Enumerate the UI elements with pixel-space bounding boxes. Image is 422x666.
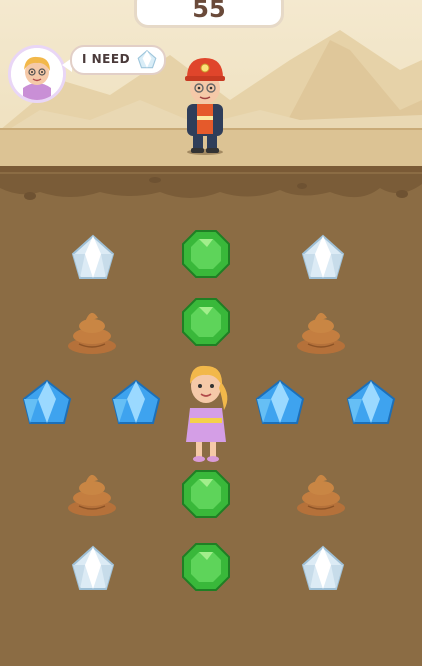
diamond-icon: [137, 49, 157, 69]
emerald-gem[interactable]: [179, 540, 233, 594]
sapphire-gem[interactable]: [109, 379, 163, 433]
emerald-gem[interactable]: [179, 295, 233, 349]
score-value: 55: [192, 0, 226, 23]
request-label: I NEED: [82, 52, 131, 66]
girl-character: [186, 365, 228, 462]
poop-tile[interactable]: [65, 464, 119, 518]
miner-character: [185, 58, 225, 155]
customer-avatar: [8, 45, 66, 103]
dirt-rocks: [0, 174, 422, 200]
sapphire-gem[interactable]: [253, 379, 307, 433]
emerald-gem[interactable]: [179, 227, 233, 281]
diamond-gem[interactable]: [296, 232, 350, 286]
poop-tile[interactable]: [294, 464, 348, 518]
poop-tile[interactable]: [294, 302, 348, 356]
poop-tile[interactable]: [65, 302, 119, 356]
sapphire-gem[interactable]: [20, 379, 74, 433]
emerald-gem[interactable]: [179, 467, 233, 521]
sapphire-gem[interactable]: [344, 379, 398, 433]
request-bubble: I NEED: [70, 45, 166, 75]
diamond-gem[interactable]: [296, 543, 350, 597]
girl-face-icon: [11, 48, 63, 100]
score-panel: 55: [134, 0, 284, 28]
diamond-gem[interactable]: [66, 543, 120, 597]
diamond-gem[interactable]: [66, 232, 120, 286]
